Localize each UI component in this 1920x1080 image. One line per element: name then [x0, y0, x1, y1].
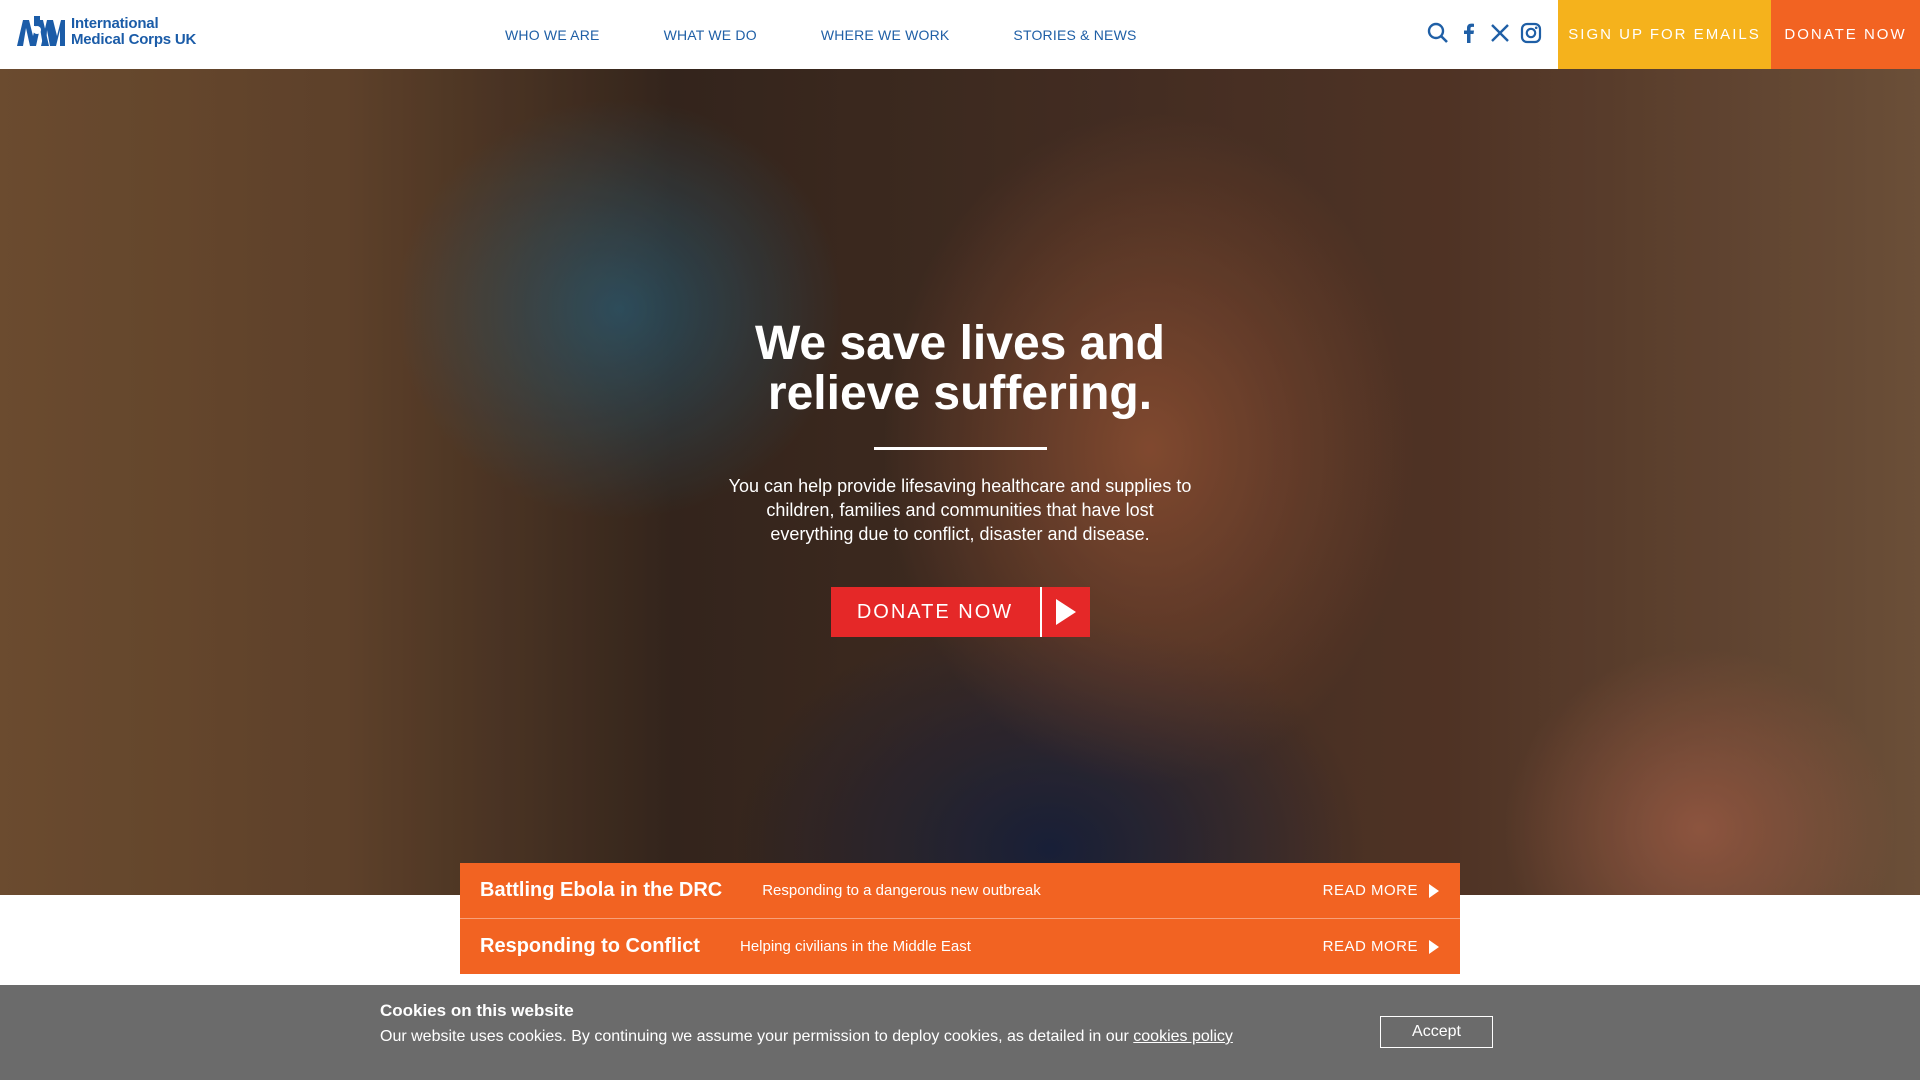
read-more-link[interactable]: READ MORE	[1323, 919, 1440, 974]
hero-donate-button[interactable]: DONATE NOW	[830, 587, 1090, 637]
hero-title-line1: We save lives and	[754, 317, 1165, 370]
story-subtitle: Helping civilians in the Middle East	[739, 938, 971, 955]
donate-now-header-button[interactable]: DONATE NOW	[1771, 0, 1920, 69]
caret-right-icon	[1429, 883, 1439, 898]
story-title: Battling Ebola in the DRC	[480, 879, 723, 901]
imc-logo-icon	[17, 16, 65, 46]
nav-who-we-are[interactable]: WHO WE ARE	[505, 27, 600, 43]
story-title: Responding to Conflict	[480, 935, 700, 957]
logo-line2: Medical Corps UK	[71, 31, 197, 48]
story-bar-conflict[interactable]: Responding to Conflict Helping civilians…	[460, 919, 1460, 974]
search-icon[interactable]	[1427, 22, 1451, 46]
cookie-title: Cookies on this website	[380, 1001, 574, 1020]
header-icons	[1427, 22, 1551, 46]
caret-right-icon	[1429, 939, 1439, 954]
cookie-text: Our website uses cookies. By continuing …	[380, 1028, 1233, 1046]
story-bar-ebola[interactable]: Battling Ebola in the DRC Responding to …	[460, 863, 1460, 918]
hero-title-line2: relieve suffering.	[767, 367, 1153, 420]
nav-stories-news[interactable]: STORIES & NEWS	[1013, 27, 1136, 43]
x-icon[interactable]	[1489, 22, 1513, 46]
main-nav: WHO WE ARE WHAT WE DO WHERE WE WORK STOR…	[505, 0, 1201, 69]
story-subtitle: Responding to a dangerous new outbreak	[762, 882, 1041, 899]
cookie-message: Our website uses cookies. By continuing …	[380, 1028, 1129, 1045]
read-more-label: READ MORE	[1322, 938, 1418, 955]
cookie-banner: Cookies on this website Our website uses…	[0, 985, 1920, 1080]
story-divider	[460, 918, 1460, 919]
hero-content: We save lives and relieve suffering. You…	[660, 319, 1260, 637]
hero-divider	[873, 447, 1047, 450]
site-logo[interactable]: International Medical Corps UK	[15, 14, 196, 50]
hero-banner: We save lives and relieve suffering. You…	[0, 69, 1920, 895]
hero-text: You can help provide lifesaving healthca…	[728, 476, 1192, 544]
logo-line1: International	[71, 15, 159, 32]
hero-donate-label: DONATE NOW	[856, 600, 1014, 623]
play-arrow-icon	[1042, 597, 1090, 627]
nav-where-we-work[interactable]: WHERE WE WORK	[821, 27, 950, 43]
facebook-icon[interactable]	[1458, 22, 1482, 46]
site-header: International Medical Corps UK WHO WE AR…	[0, 0, 1920, 69]
cookie-accept-button[interactable]: Accept	[1380, 1016, 1493, 1048]
read-more-link[interactable]: READ MORE	[1323, 863, 1440, 918]
signup-emails-button[interactable]: SIGN UP FOR EMAILS	[1558, 0, 1771, 69]
nav-what-we-do[interactable]: WHAT WE DO	[664, 27, 757, 43]
hero-title: We save lives and relieve suffering.	[660, 319, 1260, 419]
instagram-icon[interactable]	[1520, 22, 1544, 46]
read-more-label: READ MORE	[1322, 882, 1418, 899]
cookies-policy-link[interactable]: cookies policy	[1133, 1028, 1233, 1045]
